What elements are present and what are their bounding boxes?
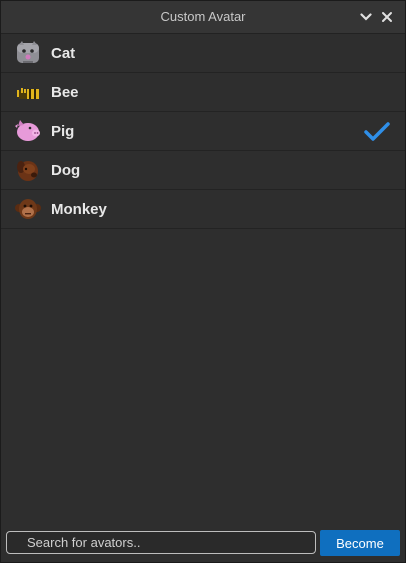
dog-avatar-icon [15,157,41,183]
close-icon [382,12,392,22]
window-title: Custom Avatar [160,9,246,24]
avatar-label: Pig [51,122,75,140]
avatar-item-pig[interactable]: Pig [1,112,405,151]
avatar-label: Monkey [51,200,107,218]
avatar-label: Cat [51,44,76,62]
collapse-button[interactable] [357,8,375,26]
avatar-item-dog[interactable]: Dog [1,151,405,190]
monkey-avatar-icon [15,196,41,222]
avatar-label: Bee [51,83,79,101]
cat-avatar-icon [15,40,41,66]
chevron-down-icon [360,13,372,21]
close-button[interactable] [378,8,396,26]
avatar-list: Cat Bee Pig Dog Monkey [1,34,405,229]
avatar-label: Dog [51,161,81,179]
checkmark-icon [364,122,390,141]
bottom-bar: Become [1,526,405,562]
bee-avatar-icon [15,79,41,105]
avatar-item-bee[interactable]: Bee [1,73,405,112]
avatar-item-cat[interactable]: Cat [1,34,405,73]
become-button[interactable]: Become [320,530,400,556]
avatar-item-monkey[interactable]: Monkey [1,190,405,229]
custom-avatar-window: Custom Avatar Cat Bee Pig Dog Monkey Sea… [0,0,406,563]
title-bar[interactable]: Custom Avatar [1,1,405,34]
pig-avatar-icon [15,118,41,144]
search-input[interactable] [6,531,316,554]
